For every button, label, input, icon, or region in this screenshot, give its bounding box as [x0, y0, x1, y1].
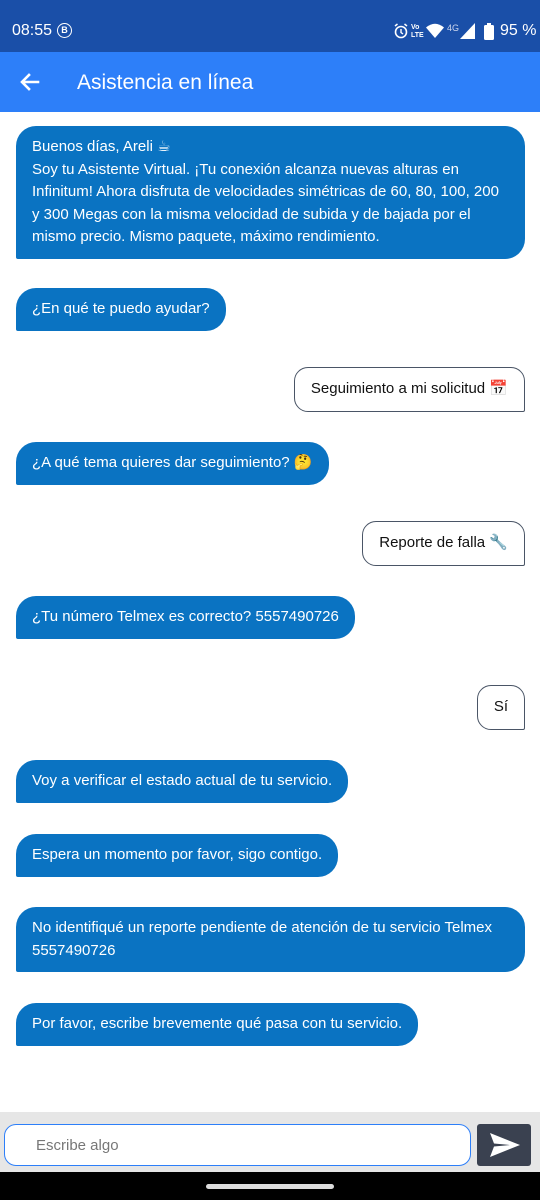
status-bar: 08:55 B Vo LTE 4G 95 % — [0, 0, 540, 52]
app-notification-badge: B — [57, 23, 72, 38]
volte-icon: Vo LTE — [411, 24, 424, 39]
cell-signal-icon — [460, 23, 475, 39]
bot-message: Buenos días, Areli ☕ Soy tu Asistente Vi… — [16, 126, 525, 259]
bot-message: ¿En qué te puedo ayudar? — [16, 288, 226, 331]
bot-message: ¿Tu número Telmex es correcto? 555749072… — [16, 596, 355, 639]
app-bar: Asistencia en línea — [0, 52, 540, 112]
home-indicator[interactable] — [206, 1184, 334, 1189]
user-message[interactable]: Reporte de falla 🔧 — [362, 521, 525, 566]
bot-message: Por favor, escribe brevemente qué pasa c… — [16, 1003, 419, 1046]
wifi-icon — [426, 23, 444, 38]
page-title: Asistencia en línea — [77, 71, 254, 94]
message-input[interactable] — [4, 1124, 471, 1166]
alarm-icon — [394, 23, 408, 39]
arrow-left-icon — [20, 73, 40, 91]
bot-message: Espera un momento por favor, sigo contig… — [16, 834, 339, 877]
battery-percentage: 95 % — [500, 22, 537, 39]
send-button[interactable] — [477, 1124, 531, 1166]
network-type-label: 4G — [447, 23, 460, 33]
battery-icon — [484, 23, 494, 40]
send-icon — [490, 1133, 520, 1157]
status-time: 08:55 — [12, 22, 53, 39]
user-message[interactable]: Seguimiento a mi solicitud 📅 — [293, 367, 525, 412]
system-nav-bar — [0, 1172, 540, 1200]
bot-message: Voy a verificar el estado actual de tu s… — [16, 760, 349, 803]
user-message[interactable]: Sí — [476, 685, 525, 730]
back-button[interactable] — [16, 68, 44, 96]
message-composer — [0, 1112, 540, 1172]
bot-message: No identifiqué un reporte pendiente de a… — [16, 907, 525, 972]
bot-message: ¿A qué tema quieres dar seguimiento? 🤔 — [16, 442, 329, 485]
